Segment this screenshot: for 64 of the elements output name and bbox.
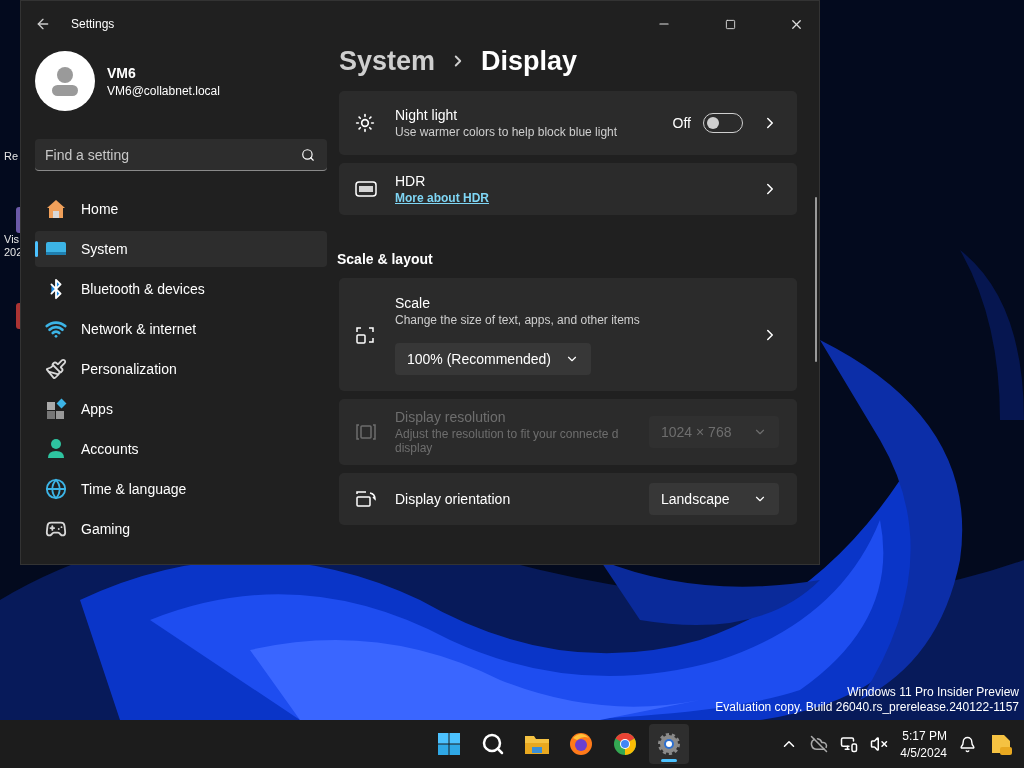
back-icon[interactable] (35, 16, 51, 32)
hdr-icon (355, 181, 377, 197)
volume-muted-icon[interactable] (870, 735, 889, 753)
scale-icon (355, 324, 375, 345)
nav-item[interactable]: Personalization (35, 351, 327, 387)
nav-item[interactable]: Gaming (35, 511, 327, 547)
dropdown[interactable]: Landscape (649, 483, 779, 515)
nav-item[interactable]: Home (35, 191, 327, 227)
apps-icon (45, 398, 67, 420)
cloud-off-icon[interactable] (810, 735, 829, 753)
paintbrush-icon (45, 358, 67, 380)
resolution-icon (355, 423, 377, 441)
folder-icon (524, 733, 551, 755)
nav-item[interactable]: System (35, 231, 327, 267)
breadcrumb-item[interactable]: System (339, 47, 436, 77)
build-info-text: Evaluation copy. Build 26040.rs_prerelease.240122-1157 (715, 700, 1019, 714)
setting-card[interactable]: Night light Use warmer colors to help block blue light Off (339, 91, 797, 155)
browser-circle-icon (613, 732, 638, 756)
windows-logo-icon (437, 732, 462, 756)
setting-description: Use warmer colors to help block blue light (395, 125, 619, 139)
section-heading: Scale & layout (337, 251, 434, 267)
search-icon (301, 148, 315, 162)
setting-card[interactable]: HDR More about HDR (339, 163, 797, 215)
setting-title: Display orientation (395, 491, 512, 507)
breadcrumb-item: Display (481, 47, 578, 77)
wifi-icon (45, 318, 67, 340)
user-name: VM6 (107, 64, 137, 81)
settings-button[interactable] (649, 724, 690, 764)
setting-description: Adjust the resolution to fit your connecte d display (395, 427, 620, 455)
avatar (35, 51, 95, 111)
setting-description: Change the size of text, apps, and other items (395, 312, 641, 327)
toggle-state: Off (672, 115, 691, 131)
search-field[interactable]: Find a setting (35, 139, 327, 171)
person-icon (45, 438, 67, 460)
house-icon (45, 198, 67, 220)
nav-item[interactable]: Network & internet (35, 311, 327, 347)
nav-item[interactable]: Time & language (35, 471, 327, 507)
window-title: Settings (71, 17, 116, 31)
setting-title: Display resolution (395, 409, 507, 425)
rotate-screen-icon (355, 490, 377, 508)
setting-card[interactable]: Scale Change the size of text, apps, and other items 100% (Recommended) (339, 278, 797, 391)
nav-item[interactable]: Bluetooth & devices (35, 271, 327, 307)
search-icon (481, 732, 506, 756)
nav-item[interactable]: Apps (35, 391, 327, 427)
desktop-icon-label: Vis (4, 233, 20, 246)
scrollbar-thumb[interactable] (815, 197, 817, 362)
notifications-icon[interactable] (959, 735, 976, 753)
dropdown[interactable]: 100% (Recommended) (395, 342, 591, 375)
maximize-icon[interactable] (724, 18, 736, 30)
globe-clock-icon (45, 478, 67, 500)
browser-fox-icon (569, 732, 594, 756)
gear-icon (657, 732, 682, 756)
user-email: VM6@collabnet.local (107, 83, 220, 98)
nav-item[interactable]: Accounts (35, 431, 327, 467)
clock[interactable]: 5:17 PM 4/5/2024 (900, 728, 947, 760)
build-info-text: Windows 11 Pro Insider Preview (847, 685, 1019, 699)
brightness-icon (355, 113, 375, 133)
network-icon[interactable] (840, 735, 859, 753)
setting-title: Night light (395, 107, 459, 123)
setting-title: HDR (395, 173, 427, 189)
setting-card[interactable]: Display orientation Landscape (339, 473, 797, 525)
link[interactable]: More about HDR (395, 191, 761, 205)
setting-title: Scale (395, 294, 432, 311)
desktop-icon-label: Re (4, 150, 19, 163)
